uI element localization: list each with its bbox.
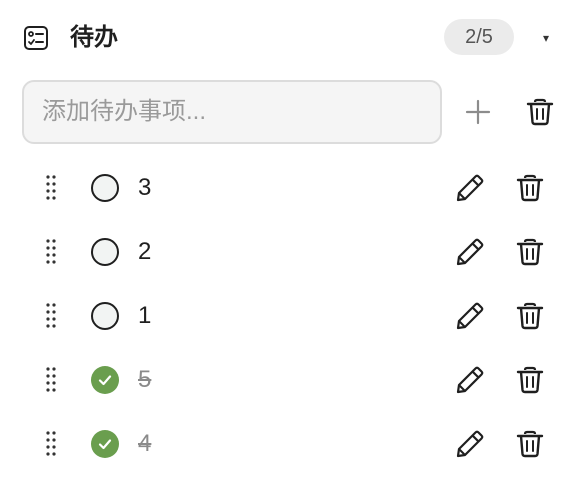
trash-icon[interactable] xyxy=(514,428,546,460)
checked-circle-icon[interactable] xyxy=(90,365,120,395)
trash-icon[interactable] xyxy=(514,236,546,268)
todo-item: 3 xyxy=(22,156,562,220)
trash-icon[interactable] xyxy=(514,172,546,204)
drag-handle-icon[interactable] xyxy=(42,173,60,203)
drag-handle-icon[interactable] xyxy=(42,365,60,395)
todo-text: 5 xyxy=(138,366,152,393)
add-todo-input[interactable] xyxy=(22,80,442,144)
trash-icon[interactable] xyxy=(514,300,546,332)
checklist-icon xyxy=(24,26,48,50)
todo-text: 2 xyxy=(138,238,152,265)
trash-icon[interactable] xyxy=(514,364,546,396)
page-title: 待办 xyxy=(70,24,118,51)
pencil-icon[interactable] xyxy=(454,172,486,204)
todo-header: 待办 2/5 ▾ xyxy=(22,16,562,60)
todo-item: 2 xyxy=(22,220,562,284)
todo-text: 3 xyxy=(138,174,152,201)
unchecked-circle-icon[interactable] xyxy=(90,301,120,331)
collapse-caret-icon[interactable]: ▾ xyxy=(540,28,552,48)
todo-item: 5 xyxy=(22,348,562,412)
checked-circle-icon[interactable] xyxy=(90,429,120,459)
unchecked-circle-icon[interactable] xyxy=(90,173,120,203)
todo-item: 1 xyxy=(22,284,562,348)
todo-text: 1 xyxy=(138,302,152,329)
drag-handle-icon[interactable] xyxy=(42,237,60,267)
add-todo-row xyxy=(22,80,562,144)
pencil-icon[interactable] xyxy=(454,300,486,332)
drag-handle-icon[interactable] xyxy=(42,301,60,331)
pencil-icon[interactable] xyxy=(454,428,486,460)
drag-handle-icon[interactable] xyxy=(42,429,60,459)
pencil-icon[interactable] xyxy=(454,364,486,396)
progress-counter-badge: 2/5 xyxy=(444,19,514,55)
todo-item: 4 xyxy=(22,412,562,476)
todo-list: 3 2 1 5 4 xyxy=(22,156,562,476)
plus-icon[interactable] xyxy=(462,96,494,128)
unchecked-circle-icon[interactable] xyxy=(90,237,120,267)
clear-all-trash-icon[interactable] xyxy=(524,96,556,128)
todo-text: 4 xyxy=(138,430,152,457)
pencil-icon[interactable] xyxy=(454,236,486,268)
